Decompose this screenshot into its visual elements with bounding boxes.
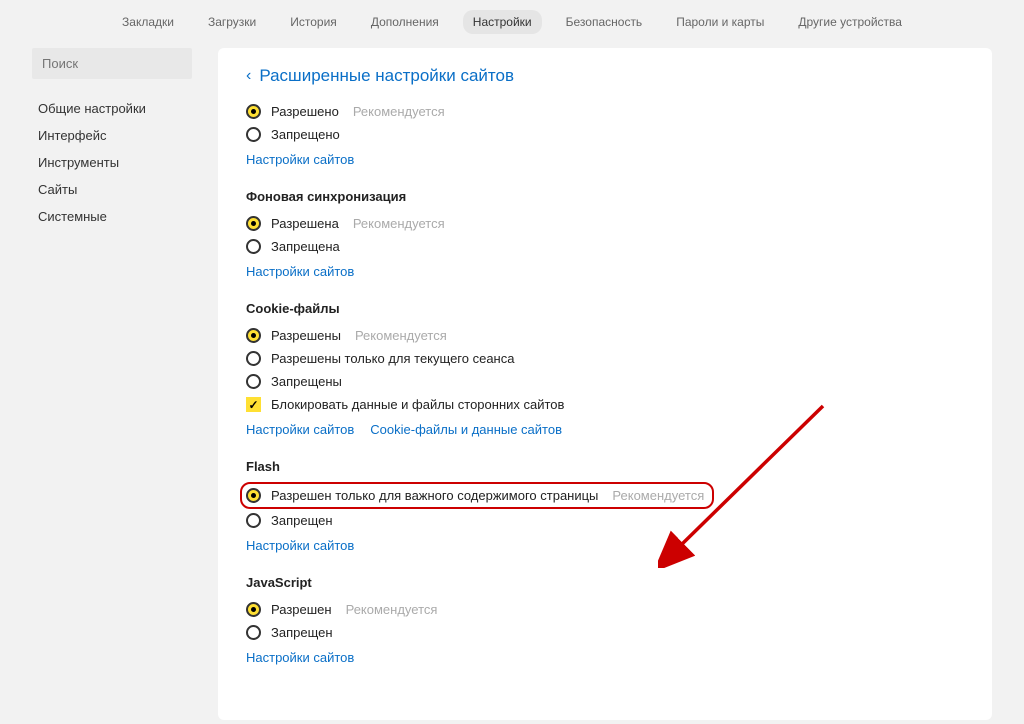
main-panel: ‹ Расширенные настройки сайтов Разрешено… (218, 48, 992, 720)
label-cookies-session: Разрешены только для текущего сеанса (271, 351, 514, 366)
link-site-settings[interactable]: Настройки сайтов (246, 650, 354, 665)
link-site-settings[interactable]: Настройки сайтов (246, 264, 354, 279)
hint-recommended: Рекомендуется (355, 328, 447, 343)
page-title: Расширенные настройки сайтов (259, 66, 514, 86)
label-first-allowed: Разрешено (271, 104, 339, 119)
hint-recommended: Рекомендуется (353, 104, 445, 119)
radio-js-denied[interactable] (246, 625, 261, 640)
label-flash-important: Разрешен только для важного содержимого … (271, 488, 598, 503)
hint-recommended: Рекомендуется (346, 602, 438, 617)
hint-recommended: Рекомендуется (353, 216, 445, 231)
section-js: JavaScript Разрешен Рекомендуется Запрещ… (246, 575, 964, 665)
title-flash: Flash (246, 459, 964, 474)
topnav-other-devices[interactable]: Другие устройства (788, 10, 912, 34)
radio-cookies-allowed[interactable] (246, 328, 261, 343)
radio-bgsync-denied[interactable] (246, 239, 261, 254)
sidebar: Общие настройки Интерфейс Инструменты Са… (32, 48, 202, 720)
section-flash: Flash Разрешен только для важного содерж… (246, 459, 964, 553)
topnav-security[interactable]: Безопасность (556, 10, 653, 34)
radio-cookies-session[interactable] (246, 351, 261, 366)
radio-first-allowed[interactable] (246, 104, 261, 119)
label-flash-denied: Запрещен (271, 513, 333, 528)
title-cookies: Cookie-файлы (246, 301, 964, 316)
label-js-allowed: Разрешен (271, 602, 332, 617)
hint-recommended: Рекомендуется (612, 488, 704, 503)
checkbox-block-thirdparty[interactable] (246, 397, 261, 412)
topnav-addons[interactable]: Дополнения (361, 10, 449, 34)
sidebar-item-tools[interactable]: Инструменты (32, 149, 202, 176)
radio-js-allowed[interactable] (246, 602, 261, 617)
section-first: Разрешено Рекомендуется Запрещено Настро… (246, 100, 964, 167)
label-bgsync-allowed: Разрешена (271, 216, 339, 231)
title-bgsync: Фоновая синхронизация (246, 189, 964, 204)
sidebar-item-sites[interactable]: Сайты (32, 176, 202, 203)
topnav-history[interactable]: История (280, 10, 347, 34)
link-site-settings[interactable]: Настройки сайтов (246, 422, 354, 437)
link-site-settings[interactable]: Настройки сайтов (246, 538, 354, 553)
sidebar-item-system[interactable]: Системные (32, 203, 202, 230)
flash-highlight-box: Разрешен только для важного содержимого … (240, 482, 714, 509)
topnav-bookmarks[interactable]: Закладки (112, 10, 184, 34)
title-js: JavaScript (246, 575, 964, 590)
label-cookies-denied: Запрещены (271, 374, 342, 389)
topnav-settings[interactable]: Настройки (463, 10, 542, 34)
link-cookies-data[interactable]: Cookie-файлы и данные сайтов (370, 422, 562, 437)
section-cookies: Cookie-файлы Разрешены Рекомендуется Раз… (246, 301, 964, 437)
link-site-settings[interactable]: Настройки сайтов (246, 152, 354, 167)
topnav-downloads[interactable]: Загрузки (198, 10, 266, 34)
top-nav: Закладки Загрузки История Дополнения Нас… (0, 0, 1024, 48)
sidebar-item-general[interactable]: Общие настройки (32, 95, 202, 122)
topnav-passwords[interactable]: Пароли и карты (666, 10, 774, 34)
back-chevron-icon[interactable]: ‹ (246, 67, 251, 85)
label-js-denied: Запрещен (271, 625, 333, 640)
label-cookies-allowed: Разрешены (271, 328, 341, 343)
radio-bgsync-allowed[interactable] (246, 216, 261, 231)
sidebar-item-interface[interactable]: Интерфейс (32, 122, 202, 149)
radio-cookies-denied[interactable] (246, 374, 261, 389)
label-block-thirdparty: Блокировать данные и файлы сторонних сай… (271, 397, 564, 412)
radio-first-denied[interactable] (246, 127, 261, 142)
search-input[interactable] (32, 48, 192, 79)
section-bgsync: Фоновая синхронизация Разрешена Рекоменд… (246, 189, 964, 279)
label-bgsync-denied: Запрещена (271, 239, 340, 254)
radio-flash-denied[interactable] (246, 513, 261, 528)
label-first-denied: Запрещено (271, 127, 340, 142)
radio-flash-important[interactable] (246, 488, 261, 503)
